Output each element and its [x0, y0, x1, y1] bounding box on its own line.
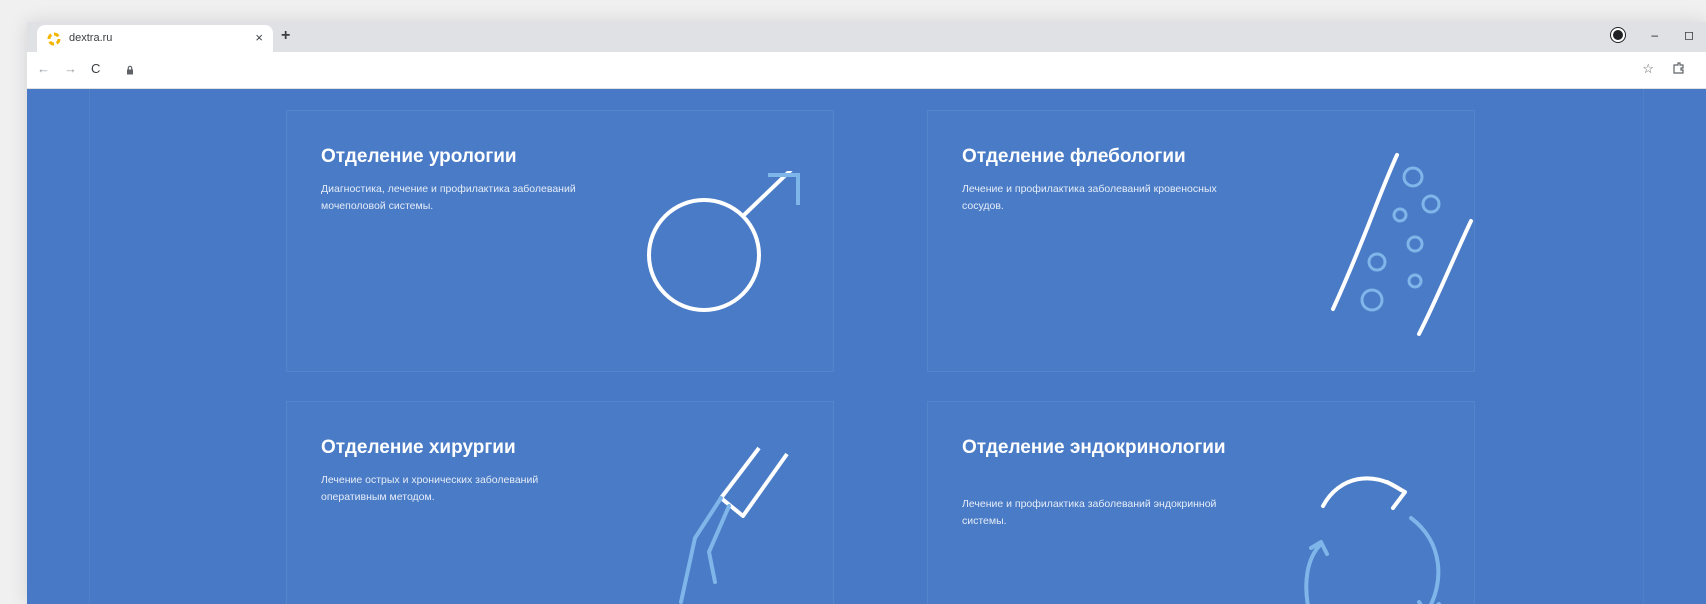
card-description: Лечение и профилактика заболеваний эндок…	[962, 498, 1217, 527]
card-description: Лечение и профилактика заболеваний крове…	[962, 183, 1217, 212]
page-content: Отделение урологии Диагностика, лечение …	[27, 89, 1706, 604]
card-title: Отделение хирургии	[321, 437, 516, 458]
browser-window: dextra.ru × + – ◻ ← → C ☆ Отделение урол…	[27, 22, 1706, 604]
minimize-button[interactable]: –	[1651, 28, 1658, 42]
profile-icon[interactable]	[1611, 28, 1626, 42]
card-title: Отделение эндокринологии	[962, 437, 1226, 458]
browser-tab[interactable]: dextra.ru ×	[37, 25, 273, 52]
lock-icon[interactable]	[125, 65, 135, 75]
scalpel-icon	[679, 446, 789, 604]
window-controls: – ◻	[1611, 28, 1694, 42]
layout-guide-right	[1643, 89, 1644, 604]
reload-button[interactable]: C	[91, 61, 100, 76]
back-button[interactable]: ←	[37, 61, 50, 76]
cycle-arrows-icon	[1304, 476, 1441, 604]
forward-button[interactable]: →	[64, 61, 77, 76]
new-tab-button[interactable]: +	[281, 27, 290, 45]
card-title: Отделение урологии	[321, 146, 517, 167]
tab-close-icon[interactable]: ×	[255, 30, 263, 46]
layout-guide-left	[89, 89, 90, 604]
card-endocrinology[interactable]: Отделение эндокринологии Лечение и профи…	[927, 401, 1475, 604]
male-symbol-icon	[647, 171, 800, 312]
site-favicon-icon	[47, 32, 61, 46]
browser-toolbar: ← → C ☆	[27, 52, 1706, 89]
card-urology[interactable]: Отделение урологии Диагностика, лечение …	[286, 110, 834, 372]
maximize-button[interactable]: ◻	[1684, 28, 1694, 42]
card-surgery[interactable]: Отделение хирургии Лечение острых и хрон…	[286, 401, 834, 604]
tab-title: dextra.ru	[69, 32, 113, 44]
card-phlebology[interactable]: Отделение флебологии Лечение и профилакт…	[927, 110, 1475, 372]
toolbar-actions: ☆	[1642, 61, 1686, 77]
card-title: Отделение флебологии	[962, 146, 1186, 167]
tab-strip: dextra.ru × + – ◻	[27, 22, 1706, 52]
card-description: Диагностика, лечение и профилактика забо…	[321, 183, 576, 212]
extensions-icon[interactable]	[1672, 61, 1686, 75]
nav-buttons: ← → C	[37, 61, 100, 76]
blood-vessel-icon	[1331, 153, 1473, 336]
card-description: Лечение острых и хронических заболеваний…	[321, 474, 539, 503]
bookmark-star-icon[interactable]: ☆	[1642, 61, 1654, 77]
